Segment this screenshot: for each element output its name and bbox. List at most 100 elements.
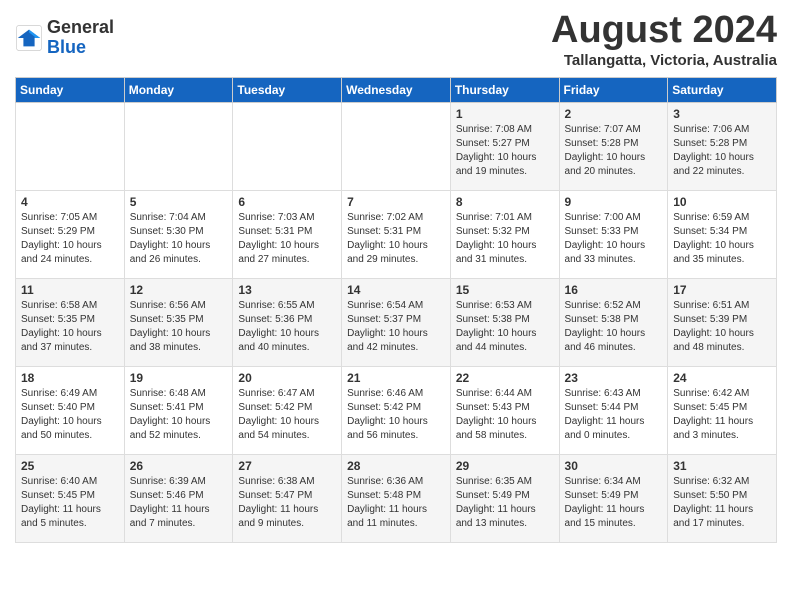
calendar-cell: 12 Sunrise: 6:56 AM Sunset: 5:35 PM Dayli… <box>124 278 233 366</box>
calendar-week-row: 18 Sunrise: 6:49 AM Sunset: 5:40 PM Dayli… <box>16 366 777 454</box>
day-info: Sunrise: 6:34 AM Sunset: 5:49 PM Dayligh… <box>565 475 663 531</box>
day-of-week-header: Friday <box>559 77 668 102</box>
day-info: Sunrise: 6:51 AM Sunset: 5:39 PM Dayligh… <box>673 299 771 355</box>
calendar-cell: 22 Sunrise: 6:44 AM Sunset: 5:43 PM Dayli… <box>450 366 559 454</box>
day-info: Sunrise: 6:56 AM Sunset: 5:35 PM Dayligh… <box>130 299 228 355</box>
calendar-cell: 2Sunrise: 7:07 AM Sunset: 5:28 PM Daylig… <box>559 102 668 190</box>
day-info: Sunrise: 6:44 AM Sunset: 5:43 PM Dayligh… <box>456 387 554 443</box>
day-info: Sunrise: 6:58 AM Sunset: 5:35 PM Dayligh… <box>21 299 119 355</box>
day-info: Sunrise: 6:36 AM Sunset: 5:48 PM Dayligh… <box>347 475 445 531</box>
day-number: 9 <box>565 195 663 209</box>
title-block: August 2024 Tallangatta, Victoria, Austr… <box>551 10 777 69</box>
day-number: 16 <box>565 283 663 297</box>
location: Tallangatta, Victoria, Australia <box>551 52 777 69</box>
day-number: 31 <box>673 459 771 473</box>
calendar-cell: 6 Sunrise: 7:03 AM Sunset: 5:31 PM Daylig… <box>233 190 342 278</box>
calendar-cell: 17 Sunrise: 6:51 AM Sunset: 5:39 PM Dayli… <box>668 278 777 366</box>
day-of-week-header: Monday <box>124 77 233 102</box>
day-info: Sunrise: 6:38 AM Sunset: 5:47 PM Dayligh… <box>238 475 336 531</box>
day-number: 29 <box>456 459 554 473</box>
calendar-cell: 18 Sunrise: 6:49 AM Sunset: 5:40 PM Dayli… <box>16 366 125 454</box>
day-info: Sunrise: 6:48 AM Sunset: 5:41 PM Dayligh… <box>130 387 228 443</box>
day-number: 14 <box>347 283 445 297</box>
day-of-week-header: Tuesday <box>233 77 342 102</box>
day-of-week-header: Saturday <box>668 77 777 102</box>
calendar-cell: 27 Sunrise: 6:38 AM Sunset: 5:47 PM Dayli… <box>233 454 342 542</box>
calendar-cell: 9 Sunrise: 7:00 AM Sunset: 5:33 PM Daylig… <box>559 190 668 278</box>
day-number: 26 <box>130 459 228 473</box>
day-number: 2 <box>565 107 663 121</box>
day-number: 4 <box>21 195 119 209</box>
day-of-week-header: Thursday <box>450 77 559 102</box>
day-info: Sunrise: 6:42 AM Sunset: 5:45 PM Dayligh… <box>673 387 771 443</box>
day-number: 22 <box>456 371 554 385</box>
day-number: 3 <box>673 107 771 121</box>
day-number: 6 <box>238 195 336 209</box>
calendar-cell: 16Sunrise: 6:52 AM Sunset: 5:38 PM Dayli… <box>559 278 668 366</box>
day-info: Sunrise: 7:00 AM Sunset: 5:33 PM Dayligh… <box>565 211 663 267</box>
day-info: Sunrise: 6:59 AM Sunset: 5:34 PM Dayligh… <box>673 211 771 267</box>
day-number: 23 <box>565 371 663 385</box>
day-number: 12 <box>130 283 228 297</box>
calendar-cell: 11 Sunrise: 6:58 AM Sunset: 5:35 PM Dayli… <box>16 278 125 366</box>
calendar-cell: 29 Sunrise: 6:35 AM Sunset: 5:49 PM Dayli… <box>450 454 559 542</box>
month-title: August 2024 <box>551 10 777 52</box>
calendar-cell: 10 Sunrise: 6:59 AM Sunset: 5:34 PM Dayli… <box>668 190 777 278</box>
calendar-cell: 23 Sunrise: 6:43 AM Sunset: 5:44 PM Dayli… <box>559 366 668 454</box>
day-number: 11 <box>21 283 119 297</box>
calendar-cell: 4 Sunrise: 7:05 AM Sunset: 5:29 PM Daylig… <box>16 190 125 278</box>
day-number: 1 <box>456 107 554 121</box>
day-of-week-header: Wednesday <box>342 77 451 102</box>
calendar-cell: 21Sunrise: 6:46 AM Sunset: 5:42 PM Dayli… <box>342 366 451 454</box>
calendar-cell: 26Sunrise: 6:39 AM Sunset: 5:46 PM Dayli… <box>124 454 233 542</box>
day-number: 8 <box>456 195 554 209</box>
day-info: Sunrise: 6:35 AM Sunset: 5:49 PM Dayligh… <box>456 475 554 531</box>
calendar-cell: 3 Sunrise: 7:06 AM Sunset: 5:28 PM Daylig… <box>668 102 777 190</box>
day-number: 21 <box>347 371 445 385</box>
day-number: 17 <box>673 283 771 297</box>
calendar-cell: 8 Sunrise: 7:01 AM Sunset: 5:32 PM Daylig… <box>450 190 559 278</box>
day-number: 7 <box>347 195 445 209</box>
day-number: 27 <box>238 459 336 473</box>
calendar-cell: 5 Sunrise: 7:04 AM Sunset: 5:30 PM Daylig… <box>124 190 233 278</box>
page-header: General Blue August 2024 Tallangatta, Vi… <box>15 10 777 69</box>
day-info: Sunrise: 6:53 AM Sunset: 5:38 PM Dayligh… <box>456 299 554 355</box>
calendar-cell: 19 Sunrise: 6:48 AM Sunset: 5:41 PM Dayli… <box>124 366 233 454</box>
day-number: 30 <box>565 459 663 473</box>
day-number: 19 <box>130 371 228 385</box>
day-number: 18 <box>21 371 119 385</box>
day-info: Sunrise: 7:05 AM Sunset: 5:29 PM Dayligh… <box>21 211 119 267</box>
day-number: 20 <box>238 371 336 385</box>
day-info: Sunrise: 7:04 AM Sunset: 5:30 PM Dayligh… <box>130 211 228 267</box>
day-info: Sunrise: 6:55 AM Sunset: 5:36 PM Dayligh… <box>238 299 336 355</box>
day-info: Sunrise: 7:01 AM Sunset: 5:32 PM Dayligh… <box>456 211 554 267</box>
calendar-cell: 25 Sunrise: 6:40 AM Sunset: 5:45 PM Dayli… <box>16 454 125 542</box>
day-info: Sunrise: 6:32 AM Sunset: 5:50 PM Dayligh… <box>673 475 771 531</box>
calendar-cell: 1Sunrise: 7:08 AM Sunset: 5:27 PM Daylig… <box>450 102 559 190</box>
calendar-week-row: 4 Sunrise: 7:05 AM Sunset: 5:29 PM Daylig… <box>16 190 777 278</box>
day-info: Sunrise: 6:40 AM Sunset: 5:45 PM Dayligh… <box>21 475 119 531</box>
day-info: Sunrise: 7:06 AM Sunset: 5:28 PM Dayligh… <box>673 123 771 179</box>
day-info: Sunrise: 7:03 AM Sunset: 5:31 PM Dayligh… <box>238 211 336 267</box>
logo: General Blue <box>15 18 114 58</box>
day-info: Sunrise: 6:43 AM Sunset: 5:44 PM Dayligh… <box>565 387 663 443</box>
day-number: 25 <box>21 459 119 473</box>
calendar-cell: 15 Sunrise: 6:53 AM Sunset: 5:38 PM Dayli… <box>450 278 559 366</box>
day-info: Sunrise: 6:49 AM Sunset: 5:40 PM Dayligh… <box>21 387 119 443</box>
calendar-cell: 30 Sunrise: 6:34 AM Sunset: 5:49 PM Dayli… <box>559 454 668 542</box>
calendar-cell <box>342 102 451 190</box>
logo-icon <box>15 24 43 52</box>
day-number: 15 <box>456 283 554 297</box>
day-number: 10 <box>673 195 771 209</box>
logo-line1: General <box>47 17 114 37</box>
day-of-week-header: Sunday <box>16 77 125 102</box>
day-info: Sunrise: 6:54 AM Sunset: 5:37 PM Dayligh… <box>347 299 445 355</box>
calendar-week-row: 25 Sunrise: 6:40 AM Sunset: 5:45 PM Dayli… <box>16 454 777 542</box>
day-info: Sunrise: 6:47 AM Sunset: 5:42 PM Dayligh… <box>238 387 336 443</box>
calendar-table: SundayMondayTuesdayWednesdayThursdayFrid… <box>15 77 777 543</box>
calendar-cell <box>233 102 342 190</box>
calendar-cell: 13Sunrise: 6:55 AM Sunset: 5:36 PM Dayli… <box>233 278 342 366</box>
day-number: 5 <box>130 195 228 209</box>
day-number: 28 <box>347 459 445 473</box>
logo-line2: Blue <box>47 37 86 57</box>
